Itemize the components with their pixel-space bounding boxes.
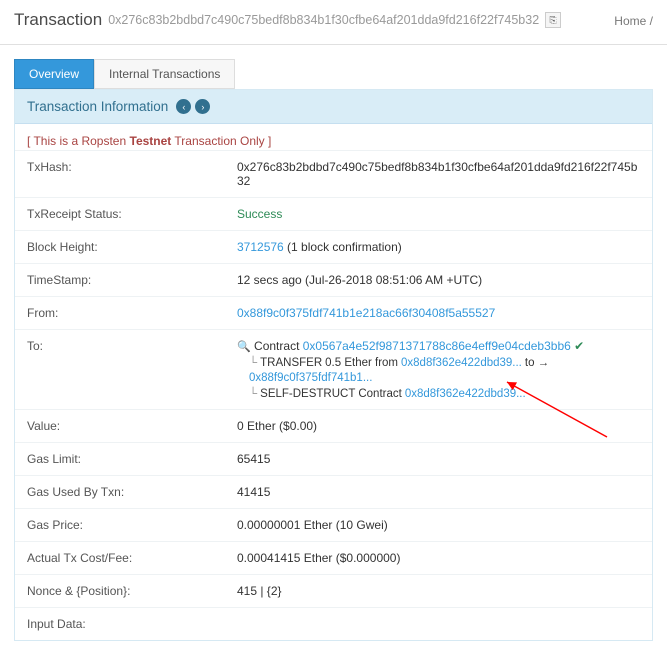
to-transfer-line: └ TRANSFER 0.5 Ether from 0x8d8f362e422d… <box>237 357 640 384</box>
row-gasprice: Gas Price: 0.00000001 Ether (10 Gwei) <box>15 508 652 541</box>
selfdestruct-mid: Contract <box>358 388 401 400</box>
tab-overview[interactable]: Overview <box>14 59 94 89</box>
value-gasprice: 0.00000001 Ether (10 Gwei) <box>237 518 640 532</box>
tabs: OverviewInternal Transactions <box>14 59 667 89</box>
label-gaslimit: Gas Limit: <box>27 452 237 466</box>
row-from: From: 0x88f9c0f375fdf741b1e218ac66f30408… <box>15 296 652 329</box>
row-block: Block Height: 3712576 (1 block confirmat… <box>15 230 652 263</box>
value-receipt: Success <box>237 207 640 221</box>
selfdestruct-word: SELF-DESTRUCT <box>260 388 355 400</box>
breadcrumb-home[interactable]: Home <box>614 14 646 28</box>
tab-internal[interactable]: Internal Transactions <box>94 59 235 89</box>
transfer-from-link[interactable]: 0x8d8f362e422dbd39... <box>401 357 522 369</box>
prev-tx-button[interactable]: ‹ <box>176 99 191 114</box>
label-to: To: <box>27 339 237 353</box>
label-value: Value: <box>27 419 237 433</box>
transfer-to-link[interactable]: 0x88f9c0f375fdf741b1... <box>249 372 372 384</box>
value-block: 3712576 (1 block confirmation) <box>237 240 640 254</box>
row-gasused: Gas Used By Txn: 41415 <box>15 475 652 508</box>
row-value: Value: 0 Ether ($0.00) <box>15 409 652 442</box>
label-txhash: TxHash: <box>27 160 237 174</box>
row-receipt: TxReceipt Status: Success <box>15 197 652 230</box>
value-gasused: 41415 <box>237 485 640 499</box>
testnet-note-post: Transaction Only ] <box>171 134 271 148</box>
value-txhash: 0x276c83b2bdbd7c490c75bedf8b834b1f30cfbe… <box>237 160 640 188</box>
tree-icon: └ <box>249 388 257 400</box>
row-cost: Actual Tx Cost/Fee: 0.00041415 Ether ($0… <box>15 541 652 574</box>
contract-link[interactable]: 0x0567a4e52f9871371788c86e4eff9e04cdeb3b… <box>303 339 571 353</box>
transfer-to-word: to → <box>525 357 549 369</box>
label-block: Block Height: <box>27 240 237 254</box>
label-input: Input Data: <box>27 617 237 631</box>
value-nonce: 415 | {2} <box>237 584 640 598</box>
block-suffix: (1 block confirmation) <box>284 240 402 254</box>
label-gasused: Gas Used By Txn: <box>27 485 237 499</box>
breadcrumb-sep: / <box>650 14 653 28</box>
page-title-hash: 0x276c83b2bdbd7c490c75bedf8b834b1f30cfbe… <box>108 13 539 27</box>
check-icon: ✔ <box>574 339 584 353</box>
label-nonce: Nonce & {Position}: <box>27 584 237 598</box>
value-to: 🔍 Contract 0x0567a4e52f9871371788c86e4ef… <box>237 339 640 400</box>
row-nonce: Nonce & {Position}: 415 | {2} <box>15 574 652 607</box>
testnet-note: [ This is a Ropsten Testnet Transaction … <box>15 124 652 150</box>
copy-icon[interactable]: ⎘ <box>545 12 561 28</box>
tree-icon: └ <box>249 357 257 369</box>
label-gasprice: Gas Price: <box>27 518 237 532</box>
value-value: 0 Ether ($0.00) <box>237 419 640 433</box>
label-from: From: <box>27 306 237 320</box>
value-from: 0x88f9c0f375fdf741b1e218ac66f30408f5a555… <box>237 306 640 320</box>
page-title: Transaction <box>14 10 102 30</box>
row-txhash: TxHash: 0x276c83b2bdbd7c490c75bedf8b834b… <box>15 150 652 197</box>
transfer-mid: 0.5 Ether from <box>325 357 398 369</box>
label-time: TimeStamp: <box>27 273 237 287</box>
row-input: Input Data: <box>15 607 652 640</box>
next-tx-button[interactable]: › <box>195 99 210 114</box>
transaction-panel: Transaction Information ‹ › [ This is a … <box>14 89 653 641</box>
row-time: TimeStamp: 12 secs ago (Jul-26-2018 08:5… <box>15 263 652 296</box>
value-gaslimit: 65415 <box>237 452 640 466</box>
panel-title: Transaction Information <box>27 99 168 114</box>
testnet-note-bold: Testnet <box>130 134 172 148</box>
testnet-note-pre: [ This is a Ropsten <box>27 134 130 148</box>
page-header: Transaction 0x276c83b2bdbd7c490c75bedf8b… <box>0 0 667 45</box>
label-cost: Actual Tx Cost/Fee: <box>27 551 237 565</box>
value-cost: 0.00041415 Ether ($0.000000) <box>237 551 640 565</box>
panel-header: Transaction Information ‹ › <box>15 90 652 124</box>
label-receipt: TxReceipt Status: <box>27 207 237 221</box>
breadcrumb: Home / <box>590 14 653 28</box>
row-gaslimit: Gas Limit: 65415 <box>15 442 652 475</box>
value-time: 12 secs ago (Jul-26-2018 08:51:06 AM +UT… <box>237 273 640 287</box>
to-selfdestruct-line: └ SELF-DESTRUCT Contract 0x8d8f362e422db… <box>237 388 640 400</box>
transfer-word: TRANSFER <box>260 357 322 369</box>
from-link[interactable]: 0x88f9c0f375fdf741b1e218ac66f30408f5a555… <box>237 306 495 320</box>
contract-word: Contract <box>254 339 299 353</box>
selfdestruct-link[interactable]: 0x8d8f362e422dbd39... <box>405 388 526 400</box>
search-icon[interactable]: 🔍 <box>237 341 251 353</box>
block-link[interactable]: 3712576 <box>237 240 284 254</box>
row-to: To: 🔍 Contract 0x0567a4e52f9871371788c86… <box>15 329 652 409</box>
